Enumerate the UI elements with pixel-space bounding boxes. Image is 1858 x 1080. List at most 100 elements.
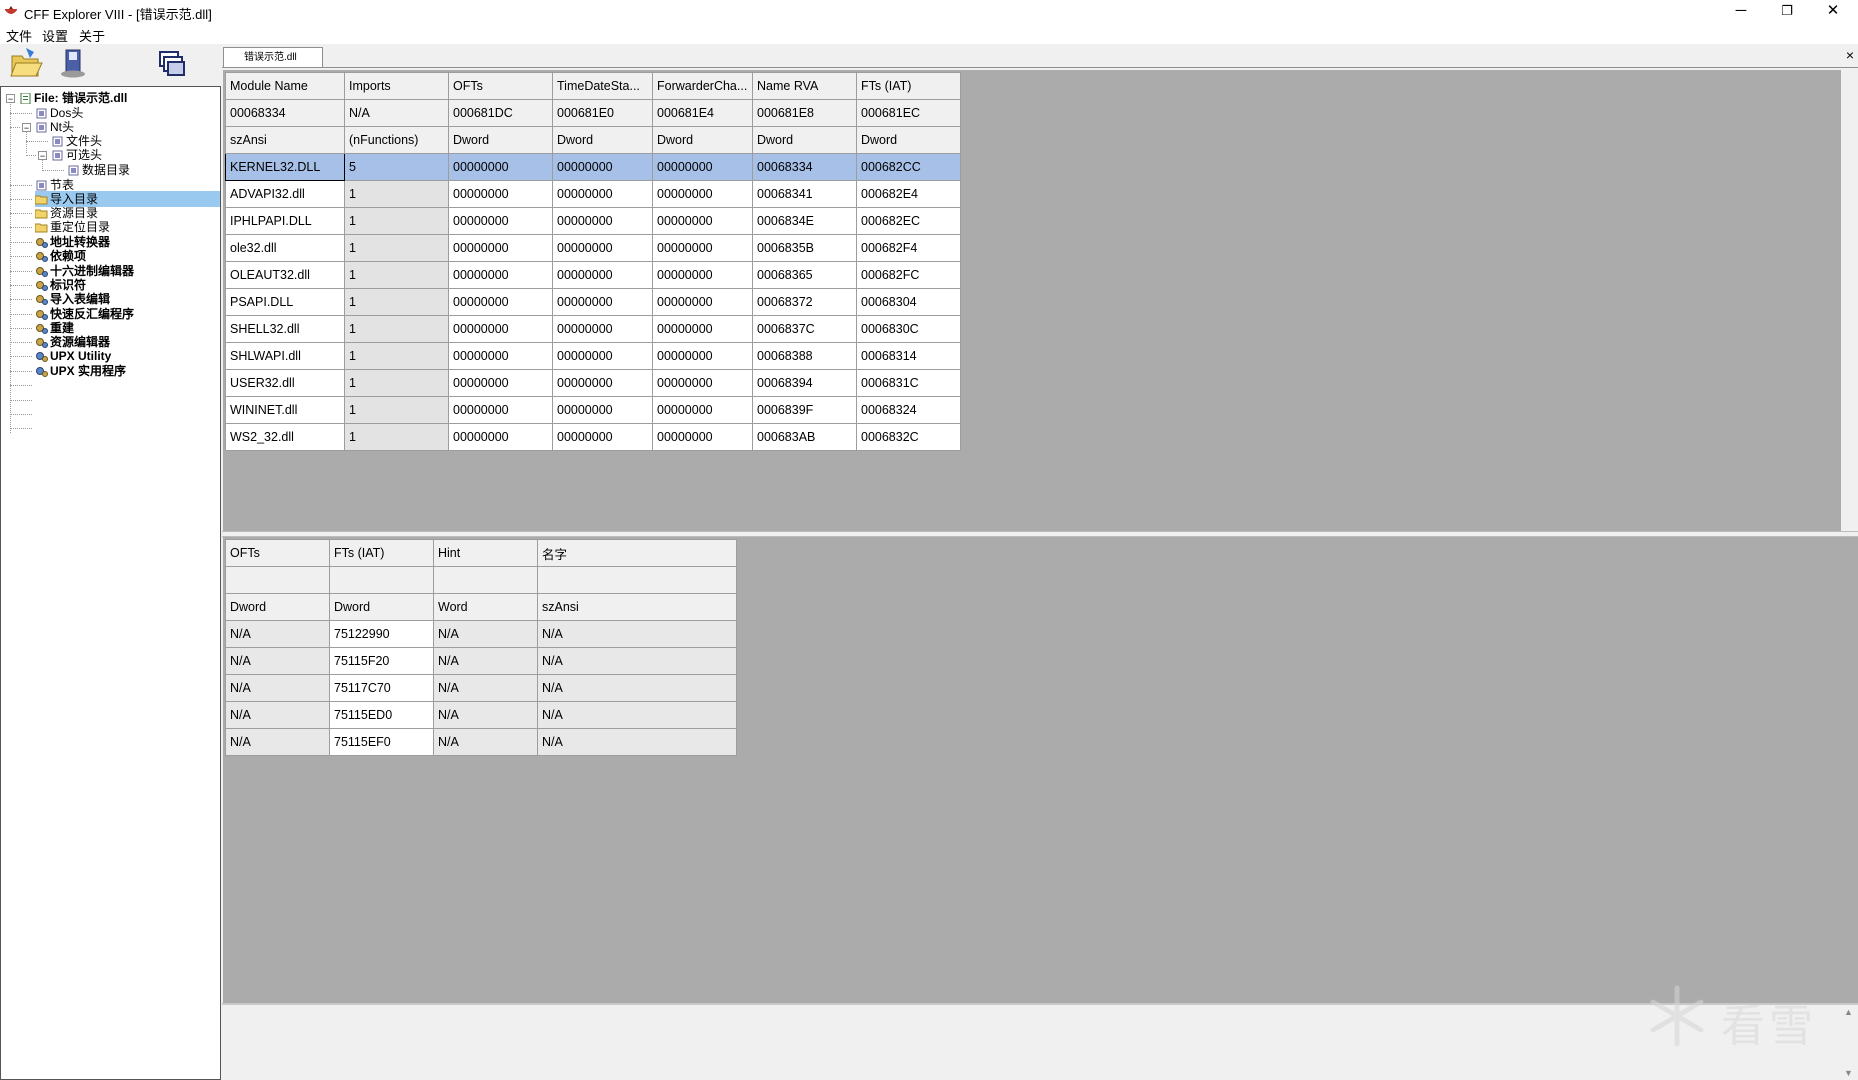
- table-cell[interactable]: N/A: [433, 701, 538, 729]
- table-cell[interactable]: N/A: [433, 620, 538, 648]
- table-cell[interactable]: 00000000: [552, 396, 653, 424]
- table-cell[interactable]: 75115EF0: [329, 728, 434, 756]
- table-cell[interactable]: 00068372: [752, 288, 857, 316]
- table-row[interactable]: SHLWAPI.dll 1 00000000 00000000 00000000 0006…: [225, 342, 961, 370]
- table-cell[interactable]: 00000000: [552, 234, 653, 262]
- table-row[interactable]: ole32.dll 1 00000000 00000000 00000000 000683…: [225, 234, 961, 262]
- table-cell[interactable]: 00068388: [752, 342, 857, 370]
- table-row[interactable]: N/A 75115F20 N/A N/A: [225, 647, 737, 675]
- table-row[interactable]: SHELL32.dll 1 00000000 00000000 00000000 0006…: [225, 315, 961, 343]
- imports-vertical-scrollbar[interactable]: [1841, 70, 1858, 531]
- table-cell[interactable]: 00000000: [652, 207, 753, 235]
- table-row[interactable]: PSAPI.DLL 1 00000000 00000000 00000000 000683…: [225, 288, 961, 316]
- table-cell[interactable]: 00000000: [448, 369, 553, 397]
- table-cell[interactable]: 75122990: [329, 620, 434, 648]
- tree-item-dependency-walker[interactable]: 依赖项: [35, 248, 86, 264]
- table-cell[interactable]: 75115F20: [329, 647, 434, 675]
- table-cell[interactable]: 00000000: [448, 396, 553, 424]
- table-cell[interactable]: 1: [344, 288, 449, 316]
- column-header-cell[interactable]: 名字: [537, 539, 737, 567]
- scroll-up-icon[interactable]: ▲: [1844, 1007, 1853, 1017]
- table-row[interactable]: WS2_32.dll 1 00000000 00000000 00000000 00068…: [225, 423, 961, 451]
- column-header-cell[interactable]: TimeDateSta...: [552, 72, 653, 100]
- table-cell[interactable]: WS2_32.dll: [225, 423, 345, 451]
- table-cell[interactable]: 1: [344, 180, 449, 208]
- table-cell[interactable]: N/A: [537, 647, 737, 675]
- windows-button[interactable]: [154, 46, 194, 84]
- table-cell[interactable]: 00000000: [448, 342, 553, 370]
- table-cell[interactable]: 000683AB: [752, 423, 857, 451]
- table-row[interactable]: N/A 75117C70 N/A N/A: [225, 674, 737, 702]
- table-cell[interactable]: 00000000: [652, 423, 753, 451]
- table-cell[interactable]: OLEAUT32.dll: [225, 261, 345, 289]
- table-row[interactable]: WININET.dll 1 00000000 00000000 00000000 0006…: [225, 396, 961, 424]
- table-cell[interactable]: 5: [344, 153, 449, 181]
- table-cell[interactable]: 0006835B: [752, 234, 857, 262]
- optional-header-collapse-toggle[interactable]: −: [38, 151, 47, 161]
- table-cell[interactable]: 1: [344, 423, 449, 451]
- table-cell[interactable]: 00000000: [652, 234, 753, 262]
- table-cell[interactable]: 00000000: [552, 423, 653, 451]
- close-button[interactable]: ✕: [1810, 0, 1856, 24]
- table-row[interactable]: N/A 75115ED0 N/A N/A: [225, 701, 737, 729]
- table-cell[interactable]: 1: [344, 315, 449, 343]
- table-cell[interactable]: 00000000: [652, 315, 753, 343]
- table-cell[interactable]: N/A: [537, 674, 737, 702]
- table-cell[interactable]: 00000000: [652, 153, 753, 181]
- table-cell[interactable]: N/A: [433, 728, 538, 756]
- table-cell[interactable]: 00068365: [752, 261, 857, 289]
- column-header-cell[interactable]: Name RVA: [752, 72, 857, 100]
- column-header-cell[interactable]: Imports: [344, 72, 449, 100]
- scroll-down-icon[interactable]: ▼: [1844, 1068, 1853, 1078]
- table-cell[interactable]: 00000000: [552, 342, 653, 370]
- table-cell[interactable]: USER32.dll: [225, 369, 345, 397]
- table-cell[interactable]: 00068324: [856, 396, 961, 424]
- minimize-button[interactable]: ─: [1718, 0, 1764, 24]
- close-tab-button[interactable]: ×: [1846, 47, 1854, 63]
- table-cell[interactable]: 00000000: [448, 261, 553, 289]
- table-cell[interactable]: 000682FC: [856, 261, 961, 289]
- tree-item-upx-utility-cn[interactable]: UPX 实用程序: [35, 363, 126, 379]
- table-cell[interactable]: 0006832C: [856, 423, 961, 451]
- table-cell[interactable]: ADVAPI32.dll: [225, 180, 345, 208]
- save-button[interactable]: [56, 46, 96, 84]
- column-header-cell[interactable]: OFTs: [225, 539, 330, 567]
- table-cell[interactable]: 1: [344, 342, 449, 370]
- column-header-cell[interactable]: Hint: [433, 539, 538, 567]
- table-cell[interactable]: N/A: [225, 620, 330, 648]
- table-cell[interactable]: 00068314: [856, 342, 961, 370]
- table-cell[interactable]: 0006839F: [752, 396, 857, 424]
- menu-settings[interactable]: 设置: [42, 26, 68, 45]
- table-row[interactable]: KERNEL32.DLL 5 00000000 00000000 00000000 000…: [225, 153, 961, 181]
- table-row[interactable]: N/A 75122990 N/A N/A: [225, 620, 737, 648]
- column-header-cell[interactable]: Module Name: [225, 72, 345, 100]
- table-cell[interactable]: 00000000: [448, 153, 553, 181]
- table-cell[interactable]: 75115ED0: [329, 701, 434, 729]
- table-cell[interactable]: 00000000: [652, 180, 753, 208]
- table-cell[interactable]: 00068334: [752, 153, 857, 181]
- root-collapse-toggle[interactable]: −: [6, 94, 15, 104]
- open-file-button[interactable]: [8, 46, 48, 84]
- table-cell[interactable]: 1: [344, 207, 449, 235]
- column-header-cell[interactable]: FTs (IAT): [329, 539, 434, 567]
- table-cell[interactable]: 00000000: [552, 369, 653, 397]
- table-cell[interactable]: 0006830C: [856, 315, 961, 343]
- table-cell[interactable]: 0006831C: [856, 369, 961, 397]
- table-cell[interactable]: 00000000: [552, 207, 653, 235]
- table-cell[interactable]: 00000000: [448, 288, 553, 316]
- tree-item-data-directories[interactable]: 数据目录: [67, 162, 130, 178]
- restore-button[interactable]: ❐: [1764, 0, 1810, 24]
- table-cell[interactable]: 00000000: [552, 180, 653, 208]
- table-cell[interactable]: 00000000: [552, 315, 653, 343]
- table-cell[interactable]: 00000000: [448, 207, 553, 235]
- table-row[interactable]: IPHLPAPI.DLL 1 00000000 00000000 00000000 000…: [225, 207, 961, 235]
- table-cell[interactable]: 0006837C: [752, 315, 857, 343]
- tree-item-upx-utility[interactable]: UPX Utility: [35, 348, 111, 364]
- tree-item-relocation-directory[interactable]: 重定位目录: [35, 219, 110, 235]
- table-cell[interactable]: 00000000: [652, 369, 753, 397]
- table-cell[interactable]: 000682CC: [856, 153, 961, 181]
- table-cell[interactable]: 1: [344, 234, 449, 262]
- table-cell[interactable]: SHLWAPI.dll: [225, 342, 345, 370]
- table-cell[interactable]: SHELL32.dll: [225, 315, 345, 343]
- table-cell[interactable]: WININET.dll: [225, 396, 345, 424]
